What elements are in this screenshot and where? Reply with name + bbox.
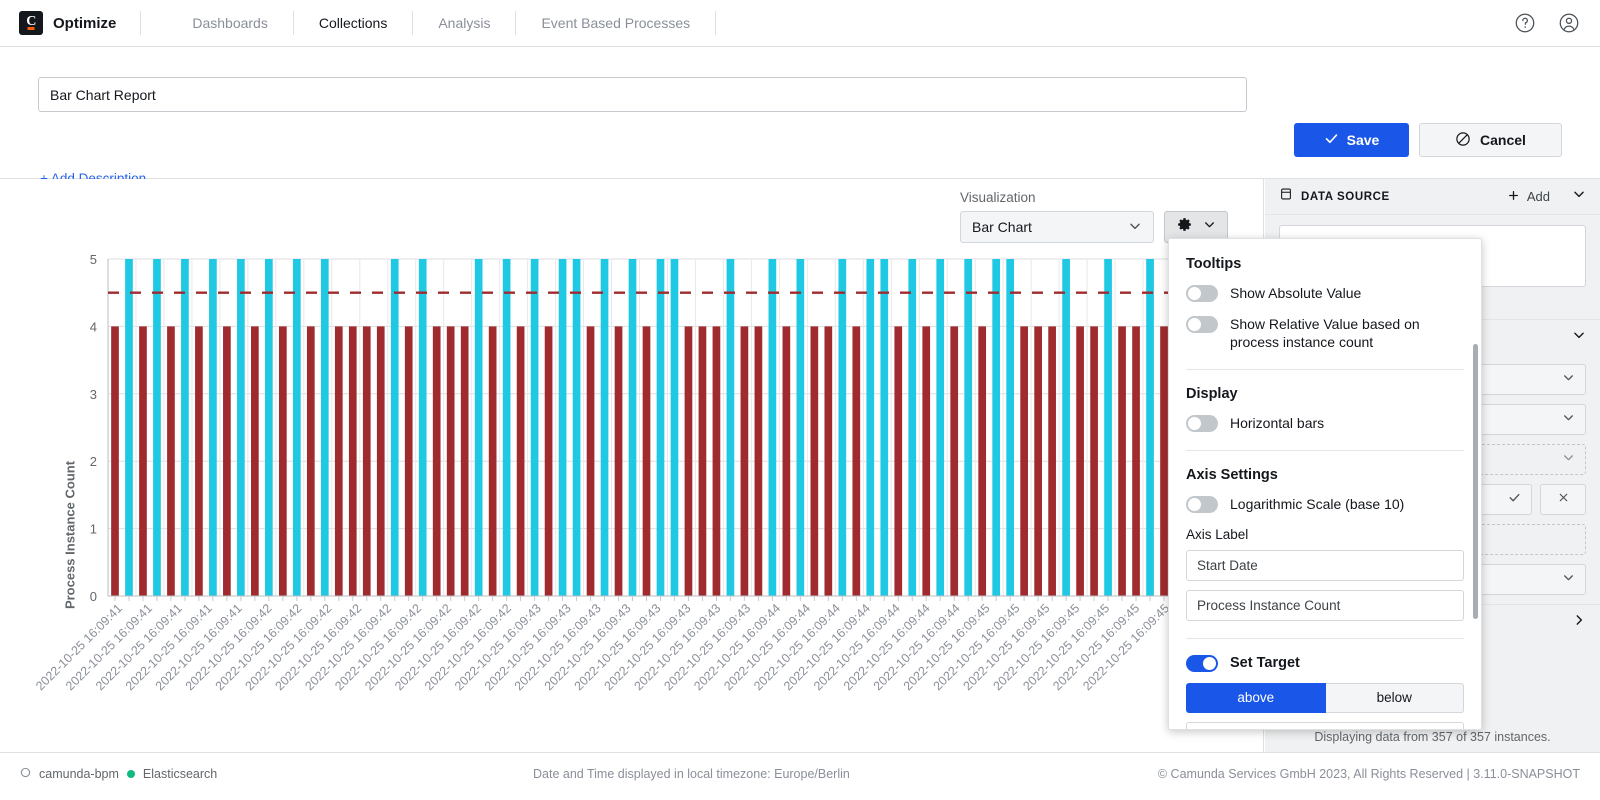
show-relative-value-row: Show Relative Value based on process ins… xyxy=(1186,315,1464,352)
axis-label-title: Axis Label xyxy=(1186,526,1249,542)
svg-text:3: 3 xyxy=(90,387,97,402)
show-relative-value-label: Show Relative Value based on process ins… xyxy=(1230,315,1420,350)
nav-item-event-based-processes[interactable]: Event Based Processes xyxy=(516,15,715,31)
svg-text:1: 1 xyxy=(90,522,97,537)
gear-icon xyxy=(1176,216,1193,238)
visualization-block: Visualization Bar Chart xyxy=(960,190,1228,243)
plus-icon xyxy=(1507,189,1520,205)
svg-text:4: 4 xyxy=(90,319,97,334)
x-axis-label-input[interactable]: Start Date xyxy=(1186,549,1464,581)
footer-timezone-note: Date and Time displayed in local timezon… xyxy=(533,767,850,781)
brand-name: Optimize xyxy=(53,14,117,32)
divider xyxy=(1186,449,1464,451)
add-label: Add xyxy=(1526,189,1550,204)
nav-right-actions xyxy=(1514,12,1600,34)
footer-status-group: camunda-bpm Elasticsearch xyxy=(20,767,217,781)
chevron-down-icon xyxy=(1203,218,1216,236)
svg-text:2: 2 xyxy=(90,454,97,469)
show-absolute-value-toggle[interactable] xyxy=(1186,285,1218,302)
divider xyxy=(1186,368,1464,370)
log-scale-row: Logarithmic Scale (base 10) xyxy=(1186,495,1464,514)
nav-items: Dashboards Collections Analysis Event Ba… xyxy=(167,11,717,35)
visualization-select[interactable]: Bar Chart xyxy=(960,211,1154,243)
chevron-down-icon xyxy=(1572,328,1586,347)
nav-divider xyxy=(715,11,717,35)
visualization-selected-value: Bar Chart xyxy=(972,219,1032,235)
target-value-input[interactable]: 4.5 xyxy=(1186,721,1464,729)
check-icon xyxy=(1324,131,1339,149)
logarithmic-scale-toggle[interactable] xyxy=(1186,495,1218,513)
cancel-button-label: Cancel xyxy=(1480,132,1526,148)
visualization-label: Visualization xyxy=(960,190,1036,205)
engine-icon xyxy=(20,767,31,781)
divider xyxy=(1186,637,1464,639)
main-content: Visualization Bar Chart Process Instance… xyxy=(0,179,1600,785)
database-icon xyxy=(1279,187,1293,206)
logarithmic-scale-label: Logarithmic Scale (base 10) xyxy=(1230,495,1405,512)
chart-settings-popover: Tooltips Show Absolute Value Show Relati… xyxy=(1168,238,1482,730)
nav-item-collections[interactable]: Collections xyxy=(294,15,412,31)
remove-filter-button[interactable] xyxy=(1540,484,1586,515)
add-data-source-button[interactable]: Add xyxy=(1507,189,1550,205)
y-axis-label-input[interactable]: Process Instance Count xyxy=(1186,589,1464,621)
close-x-icon xyxy=(1557,491,1570,509)
brand-logo-area[interactable]: C Optimize xyxy=(0,11,116,35)
chevron-right-icon xyxy=(1572,613,1586,632)
settings-popover-scrollbar[interactable] xyxy=(1473,344,1478,619)
axis-settings-heading: Axis Settings xyxy=(1186,466,1278,483)
chart-panel: Visualization Bar Chart Process Instance… xyxy=(0,179,1482,785)
set-target-toggle[interactable] xyxy=(1186,654,1218,672)
show-relative-value-toggle[interactable] xyxy=(1186,315,1218,333)
check-icon xyxy=(1508,491,1521,509)
svg-text:0: 0 xyxy=(90,589,97,604)
chevron-down-icon xyxy=(1562,411,1575,429)
set-target-row: Set Target xyxy=(1186,654,1464,672)
status-dot-icon xyxy=(126,770,135,778)
chevron-down-icon xyxy=(1128,219,1142,236)
chevron-down-icon xyxy=(1562,451,1575,469)
chevron-down-icon xyxy=(1562,371,1575,389)
footer-datastore-name: Elasticsearch xyxy=(142,767,218,781)
report-title-input[interactable] xyxy=(38,77,1247,112)
show-absolute-value-row: Show Absolute Value xyxy=(1186,285,1464,303)
show-absolute-value-label: Show Absolute Value xyxy=(1230,285,1362,301)
optimize-report-page: C Optimize Dashboards Collections Analys… xyxy=(0,0,1600,800)
target-direction-segmented: above below xyxy=(1186,682,1464,713)
bar-chart[interactable]: Process Instance Count Start Date 012345… xyxy=(0,245,1264,785)
logo-orange-bar xyxy=(27,27,35,30)
footer-copyright: © Camunda Services GmbH 2023, All Rights… xyxy=(1157,767,1580,781)
data-source-header: DATA SOURCE Add xyxy=(1265,179,1600,215)
nav-divider xyxy=(140,11,142,35)
sidebar-instances-note: Displaying data from 357 of 357 instance… xyxy=(1314,730,1551,744)
help-circle-icon[interactable] xyxy=(1514,12,1536,34)
set-target-label: Set Target xyxy=(1230,655,1300,672)
data-source-collapse-icon[interactable] xyxy=(1572,187,1586,206)
horizontal-bars-label: Horizontal bars xyxy=(1230,414,1325,431)
chart-plot-svg: 0123452022-10-25 16:09:412022-10-25 16:0… xyxy=(33,252,1185,693)
save-button-label: Save xyxy=(1346,132,1380,148)
no-entry-icon xyxy=(1455,131,1471,150)
top-navigation-bar: C Optimize Dashboards Collections Analys… xyxy=(0,0,1600,47)
cancel-button[interactable]: Cancel xyxy=(1419,123,1562,157)
nav-item-dashboards[interactable]: Dashboards xyxy=(167,15,293,31)
camunda-logo-icon: C xyxy=(19,11,43,35)
page-footer: camunda-bpm Elasticsearch Date and Time … xyxy=(0,752,1600,800)
user-avatar-icon[interactable] xyxy=(1558,12,1580,34)
svg-text:5: 5 xyxy=(90,252,97,267)
horizontal-bars-toggle[interactable] xyxy=(1186,414,1218,432)
footer-engine-name: camunda-bpm xyxy=(39,767,119,781)
target-above-option[interactable]: above xyxy=(1186,682,1326,713)
chevron-down-icon xyxy=(1562,571,1575,589)
save-button[interactable]: Save xyxy=(1294,123,1409,157)
tooltips-heading: Tooltips xyxy=(1186,256,1242,272)
display-heading: Display xyxy=(1186,385,1238,402)
report-header: + Add Description Displaying data from 3… xyxy=(0,47,1600,217)
data-source-title: DATA SOURCE xyxy=(1301,190,1390,203)
target-below-option[interactable]: below xyxy=(1325,682,1464,713)
nav-item-analysis[interactable]: Analysis xyxy=(413,15,515,31)
horizontal-bars-row: Horizontal bars xyxy=(1186,414,1464,433)
